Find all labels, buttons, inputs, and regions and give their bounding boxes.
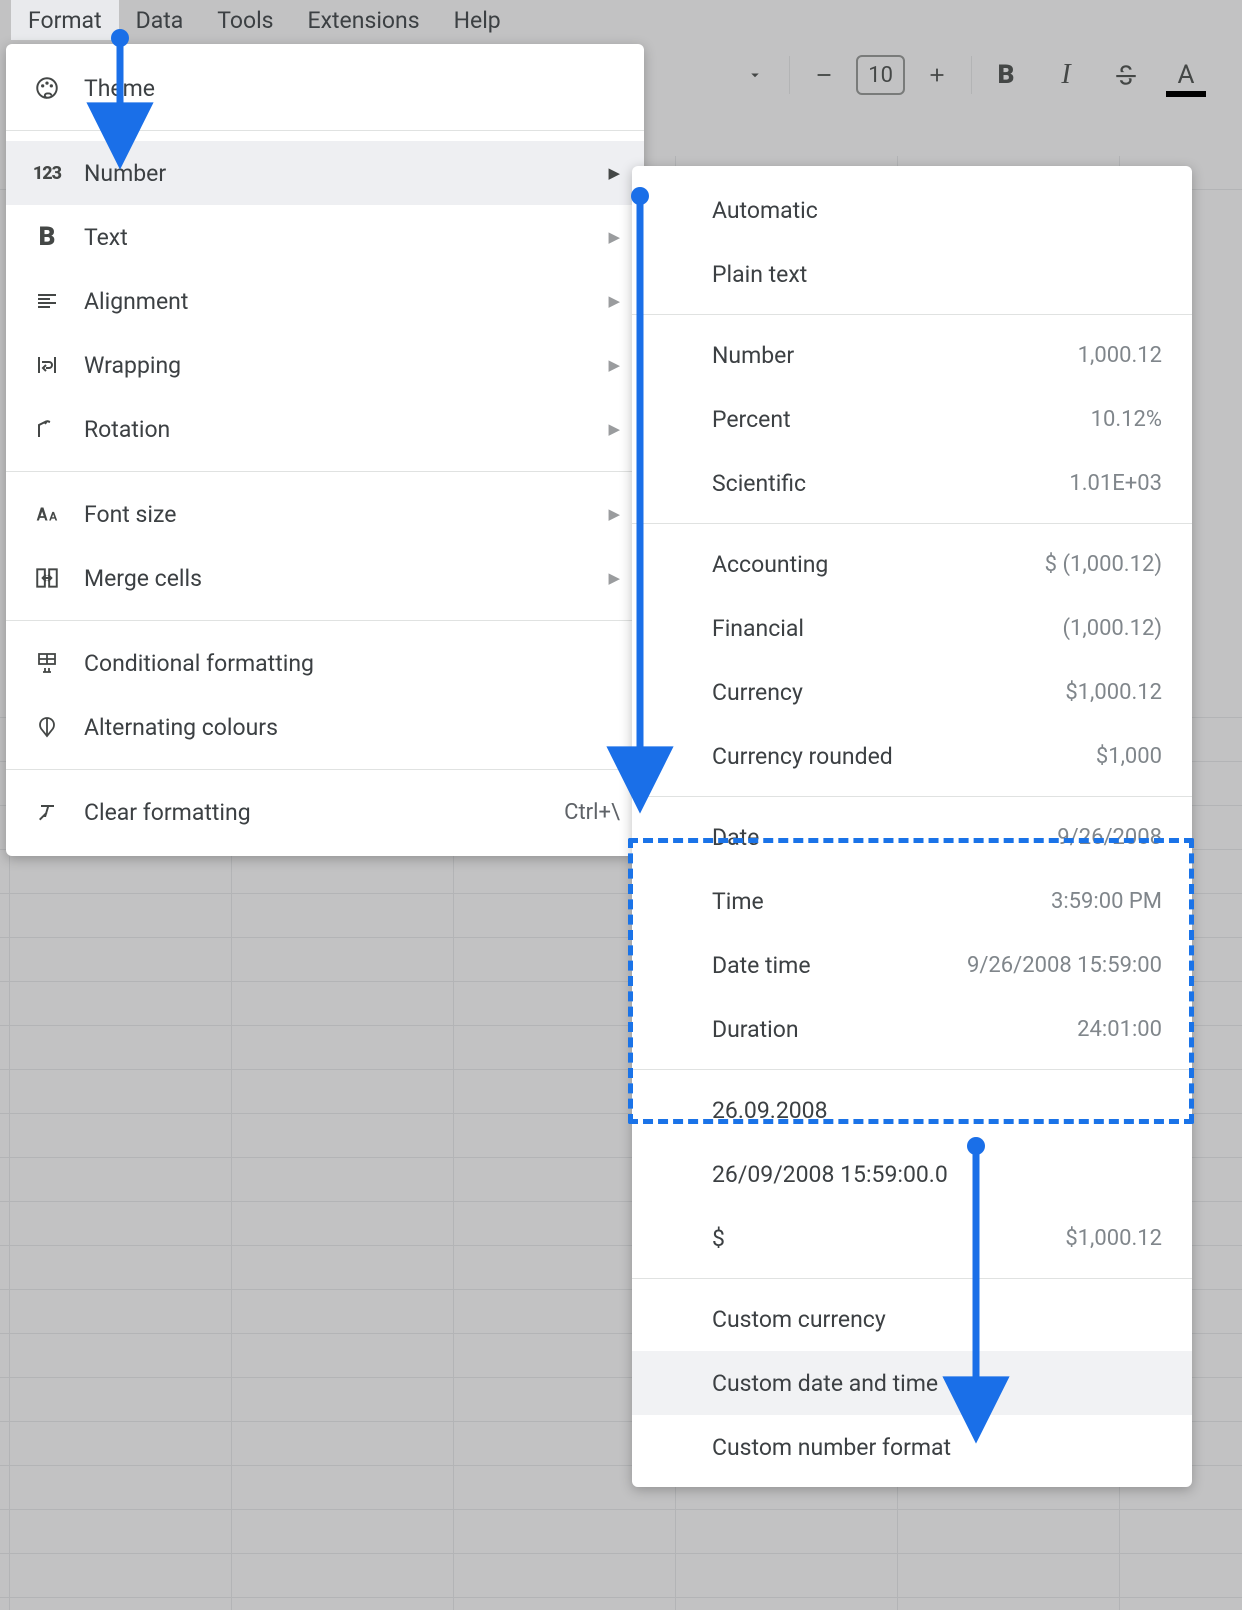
number-format-scientific[interactable]: Scientific 1.01E+03 [632, 451, 1192, 515]
format-theme[interactable]: Theme [6, 56, 644, 120]
number-format-accounting[interactable]: Accounting $ (1,000.12) [632, 532, 1192, 596]
merge-cells-icon [30, 561, 64, 595]
number-icon: 123 [30, 156, 64, 190]
toolbar-separator [789, 56, 790, 94]
font-size-icon [30, 497, 64, 531]
shortcut-label: Ctrl+\ [564, 800, 620, 825]
format-alternating-colours[interactable]: Alternating colours [6, 695, 644, 759]
decrease-font-size-button[interactable] [794, 47, 854, 103]
submenu-arrow-icon: ▶ [608, 164, 620, 182]
format-font-size[interactable]: Font size ▶ [6, 482, 644, 546]
number-format-datetime[interactable]: Date time 9/26/2008 15:59:00 [632, 933, 1192, 997]
italic-button[interactable]: I [1036, 47, 1096, 103]
bold-button[interactable]: B [976, 47, 1036, 103]
font-size-input[interactable]: 10 [856, 55, 905, 95]
format-conditional-formatting[interactable]: Conditional formatting [6, 631, 644, 695]
number-format-currency-rounded[interactable]: Currency rounded $1,000 [632, 724, 1192, 788]
number-format-recent-2[interactable]: 26/09/2008 15:59:00.0 [632, 1142, 1192, 1206]
number-format-date[interactable]: Date 9/26/2008 [632, 805, 1192, 869]
number-format-plain-text[interactable]: Plain text [632, 242, 1192, 306]
strikethrough-button[interactable] [1096, 47, 1156, 103]
palette-icon [30, 71, 64, 105]
bold-icon: B [30, 220, 64, 254]
format-alignment[interactable]: Alignment ▶ [6, 269, 644, 333]
number-format-financial[interactable]: Financial (1,000.12) [632, 596, 1192, 660]
number-format-percent[interactable]: Percent 10.12% [632, 387, 1192, 451]
number-format-time[interactable]: Time 3:59:00 PM [632, 869, 1192, 933]
menu-data[interactable]: Data [119, 0, 201, 40]
font-size-value: 10 [868, 63, 893, 88]
menu-help[interactable]: Help [437, 0, 518, 40]
align-icon [30, 284, 64, 318]
conditional-formatting-icon [30, 646, 64, 680]
format-clear-formatting[interactable]: Clear formatting Ctrl+\ [6, 780, 644, 844]
increase-font-size-button[interactable] [907, 47, 967, 103]
submenu-arrow-icon: ▶ [608, 569, 620, 587]
number-format-currency[interactable]: Currency $1,000.12 [632, 660, 1192, 724]
clear-formatting-icon [30, 795, 64, 829]
format-merge-cells[interactable]: Merge cells ▶ [6, 546, 644, 610]
submenu-arrow-icon: ▶ [608, 356, 620, 374]
submenu-arrow-icon: ▶ [608, 292, 620, 310]
number-format-duration[interactable]: Duration 24:01:00 [632, 997, 1192, 1061]
toolbar-cluster: 10 B I A [725, 40, 1216, 110]
submenu-arrow-icon: ▶ [608, 228, 620, 246]
menu-tools[interactable]: Tools [200, 0, 290, 40]
format-rotation[interactable]: Rotation ▶ [6, 397, 644, 461]
submenu-arrow-icon: ▶ [608, 505, 620, 523]
format-wrapping[interactable]: Wrapping ▶ [6, 333, 644, 397]
number-submenu: Automatic Plain text Number 1,000.12 Per… [632, 166, 1192, 1487]
number-format-custom-date-time[interactable]: Custom date and time [632, 1351, 1192, 1415]
format-text[interactable]: B Text ▶ [6, 205, 644, 269]
format-number[interactable]: 123 Number ▶ [6, 141, 644, 205]
number-format-automatic[interactable]: Automatic [632, 178, 1192, 242]
toolbar-separator [971, 56, 972, 94]
menubar-items: Format Data Tools Extensions Help [11, 0, 518, 40]
format-dropdown: Theme 123 Number ▶ B Text ▶ Alignment ▶ … [6, 44, 644, 856]
rotation-icon [30, 412, 64, 446]
number-format-custom-number-format[interactable]: Custom number format [632, 1415, 1192, 1479]
submenu-arrow-icon: ▶ [608, 420, 620, 438]
wrap-icon [30, 348, 64, 382]
number-format-custom-currency[interactable]: Custom currency [632, 1287, 1192, 1351]
alternating-colours-icon [30, 710, 64, 744]
font-dropdown-button[interactable] [725, 47, 785, 103]
number-format-number[interactable]: Number 1,000.12 [632, 323, 1192, 387]
text-color-button[interactable]: A [1156, 47, 1216, 103]
menu-extensions[interactable]: Extensions [291, 0, 437, 40]
number-format-recent-3[interactable]: $ $1,000.12 [632, 1206, 1192, 1270]
number-format-recent-1[interactable]: 26.09.2008 [632, 1078, 1192, 1142]
menu-format[interactable]: Format [11, 0, 119, 40]
